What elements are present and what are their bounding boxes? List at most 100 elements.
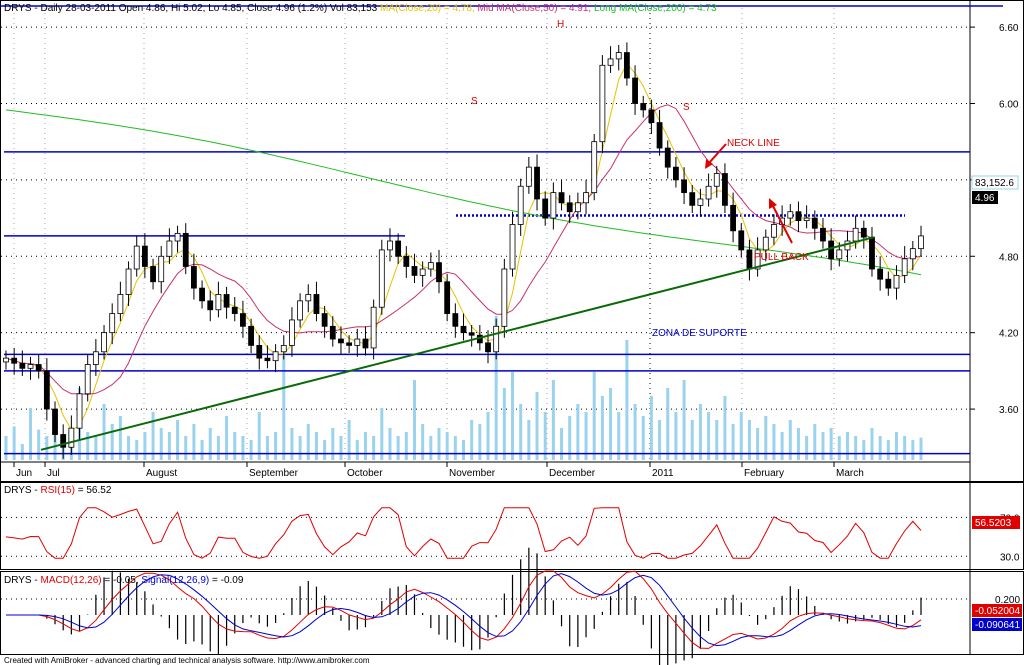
- volume-bar: [584, 412, 588, 460]
- candle-body: [893, 274, 900, 289]
- candle-body: [460, 325, 467, 334]
- candle-body: [141, 245, 148, 267]
- candle-body: [68, 427, 75, 448]
- candle-body: [860, 227, 867, 238]
- candle-body: [444, 281, 451, 314]
- candle-body: [566, 202, 573, 213]
- volume-bar: [462, 440, 465, 460]
- volume-bar: [20, 444, 24, 460]
- volume-bar: [625, 340, 629, 460]
- candle-body: [329, 325, 336, 340]
- month-label: Jun: [16, 468, 32, 479]
- volume-bar: [845, 432, 849, 460]
- volume-bar: [184, 436, 188, 460]
- candle-body: [771, 224, 777, 238]
- candle-body: [240, 313, 246, 327]
- candle-body: [844, 240, 851, 251]
- candle-body: [52, 408, 58, 435]
- candle-body: [305, 294, 312, 302]
- volume-bar: [878, 436, 882, 460]
- candle-body: [411, 266, 418, 276]
- candle-body: [346, 342, 353, 346]
- volume-bar: [821, 432, 825, 460]
- candle-body: [191, 266, 197, 289]
- candle-body: [811, 217, 818, 229]
- volume-bar: [306, 424, 310, 460]
- candle-body: [468, 332, 475, 336]
- candle-body: [869, 236, 875, 270]
- candle-body: [591, 141, 598, 194]
- month-label: November: [449, 468, 496, 479]
- volume-bar: [502, 388, 506, 460]
- volume-bar: [314, 432, 318, 460]
- volume-bar: [511, 372, 515, 460]
- volume-bar: [216, 436, 220, 460]
- candle-body: [738, 230, 745, 251]
- candle-body: [11, 357, 18, 364]
- candle-body: [877, 268, 884, 280]
- volume-bar: [135, 440, 139, 460]
- volume-bar: [110, 424, 114, 460]
- month-label: October: [347, 468, 383, 479]
- candle-body: [607, 58, 614, 66]
- volume-bar: [241, 436, 245, 460]
- candle-body: [117, 294, 124, 314]
- candle-body: [909, 248, 916, 260]
- volume-value-text: 83,152.6: [975, 178, 1014, 189]
- candle-body: [673, 166, 679, 181]
- candle-body: [215, 294, 222, 311]
- candle-body: [272, 351, 279, 362]
- price-tick-label: 3.60: [999, 405, 1019, 416]
- volume-bar: [143, 432, 147, 460]
- volume-bar: [208, 428, 212, 460]
- candle-body: [803, 217, 810, 222]
- candle-body: [795, 211, 802, 222]
- candle-body: [493, 325, 500, 353]
- annotation-head: H: [557, 19, 564, 30]
- annotation-pull-back: PULL BACK: [754, 252, 809, 263]
- volume-bar: [290, 428, 294, 460]
- candle-body: [762, 236, 769, 251]
- month-label: 2011: [652, 468, 674, 479]
- volume-bar: [723, 396, 727, 460]
- candle-body: [501, 268, 508, 327]
- candle-body: [550, 192, 557, 219]
- candle-body: [403, 255, 410, 267]
- candle-body: [746, 249, 753, 270]
- candle-body: [681, 179, 687, 194]
- rsi-header: DRYS - RSI(15) = 56.52: [4, 485, 112, 496]
- volume-bar: [298, 436, 302, 460]
- volume-bar: [421, 424, 425, 460]
- volume-bar: [903, 436, 907, 460]
- price-tick-label: 6.00: [999, 99, 1019, 110]
- candle-body: [207, 300, 214, 311]
- volume-bar: [396, 436, 400, 460]
- candle-body: [558, 192, 565, 204]
- volume-bar: [894, 432, 898, 460]
- volume-bar: [159, 428, 163, 460]
- candle-body: [689, 192, 696, 206]
- candle-body: [387, 240, 393, 251]
- volume-bar: [674, 412, 678, 460]
- volume-bar: [372, 436, 376, 460]
- signal-value-text: -0.090641: [975, 620, 1020, 631]
- candle-body: [223, 294, 230, 308]
- candle-body: [509, 224, 516, 270]
- candle-body: [256, 345, 263, 359]
- annotation-neck-line: NECK LINE: [727, 138, 780, 149]
- volume-bar: [323, 440, 327, 460]
- candle-body: [199, 287, 205, 302]
- annotation-right-shoulder: S: [683, 102, 690, 113]
- candle-body: [574, 202, 581, 213]
- volume-bar: [731, 424, 735, 460]
- volume-bar: [265, 436, 269, 460]
- volume-bar: [404, 432, 408, 460]
- volume-bar: [592, 372, 596, 460]
- candle-body: [92, 351, 99, 365]
- candle-body: [370, 306, 377, 349]
- volume-bar: [911, 440, 915, 460]
- volume-bar: [854, 436, 858, 460]
- volume-bar: [339, 436, 343, 460]
- volume-bar: [388, 428, 392, 460]
- volume-bar: [772, 424, 776, 460]
